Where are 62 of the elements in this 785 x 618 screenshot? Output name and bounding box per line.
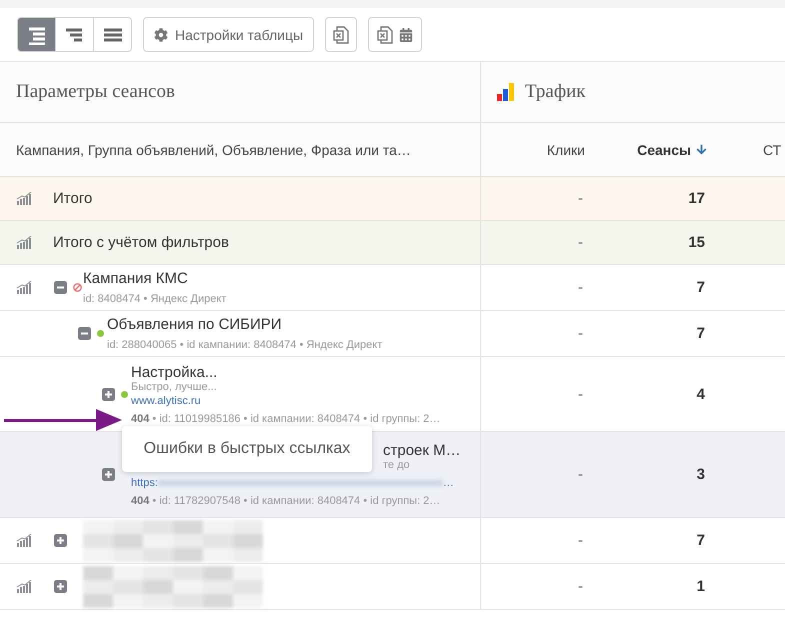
table-cell: -: [578, 578, 583, 595]
table-cell: 7: [696, 279, 705, 296]
table-cell: -: [578, 466, 583, 483]
table-cell: 7: [696, 325, 705, 342]
column-header[interactable]: Сеансы: [637, 142, 707, 158]
row-meta: id: 288040065 • id кампании: 8408474 • Яндекс Директ: [107, 339, 382, 351]
growth-chart-icon[interactable]: [16, 534, 32, 547]
collapse-icon[interactable]: [78, 327, 91, 340]
table-cell: -: [578, 532, 583, 549]
sort-arrow-icon: [696, 144, 707, 155]
table-cell: 17: [688, 190, 705, 207]
tree-view-icon: [26, 24, 46, 44]
row-label: Итого с учётом фильтров: [53, 234, 229, 251]
view-mode-button[interactable]: [17, 17, 56, 52]
collapse-icon[interactable]: [54, 281, 67, 294]
table-cell: -: [578, 234, 583, 251]
table-cell: -: [578, 325, 583, 342]
calendar-icon: [399, 28, 414, 42]
ad-text: Быстро, лучше...: [131, 380, 218, 392]
row-title[interactable]: Настройка...: [131, 364, 440, 380]
row-label: Итого: [53, 190, 92, 207]
column-header[interactable]: Кампания, Группа объявлений, Объявление, Фраза или та…: [16, 142, 411, 158]
row-title[interactable]: Объявления по СИБИРИ: [107, 316, 382, 333]
table-cell: 3: [696, 466, 705, 483]
growth-chart-icon[interactable]: [16, 580, 32, 593]
row-title[interactable]: Кампания КМС: [83, 270, 226, 287]
view-mode-button[interactable]: [93, 17, 132, 52]
row-title[interactable]: строек М…: [383, 442, 461, 459]
table-settings-button[interactable]: Настройки таблицы: [143, 17, 314, 52]
table-cell: -: [578, 386, 583, 402]
growth-chart-icon[interactable]: [16, 192, 32, 205]
expand-icon[interactable]: [102, 388, 115, 400]
growth-chart-icon[interactable]: [16, 281, 32, 294]
ad-link[interactable]: www.alytisc.ru: [131, 394, 201, 406]
spreadsheet-icon: [377, 26, 394, 44]
table-cell: -: [578, 279, 583, 296]
group-header: Трафик: [525, 81, 586, 103]
tooltip: Ошибки в быстрых ссылках: [122, 426, 372, 472]
table-cell: 15: [688, 234, 705, 251]
view-mode-button[interactable]: [55, 17, 94, 52]
export-button[interactable]: [325, 17, 358, 52]
expand-icon[interactable]: [54, 580, 67, 593]
ad-link[interactable]: https:: [131, 477, 158, 489]
column-header[interactable]: Клики: [546, 142, 585, 158]
row-meta: 404 • id: 11019985186 • id кампании: 8408474 • id группы: 2…: [131, 412, 440, 424]
expand-icon[interactable]: [54, 534, 67, 547]
bar-chart-icon: [497, 83, 515, 101]
group-header: Параметры сеансов: [16, 81, 175, 103]
spreadsheet-icon: [333, 26, 350, 44]
row-meta: id: 8408474 • Яндекс Директ: [83, 293, 226, 305]
link-ellipsis: …: [442, 477, 454, 489]
table-cell: 7: [696, 532, 705, 549]
table-cell: -: [578, 190, 583, 207]
expand-icon[interactable]: [102, 468, 115, 481]
ad-text: те до: [383, 459, 411, 471]
settings-icon: [154, 28, 168, 42]
table-cell: 1: [696, 578, 705, 595]
growth-chart-icon[interactable]: [16, 236, 32, 249]
column-header[interactable]: СТ: [763, 142, 782, 158]
table-cell: 4: [696, 386, 705, 402]
scheduled-export-button[interactable]: [368, 17, 422, 52]
row-meta: 404 • id: 11782907548 • id кампании: 8408474 • id группы: 2…: [131, 495, 442, 507]
